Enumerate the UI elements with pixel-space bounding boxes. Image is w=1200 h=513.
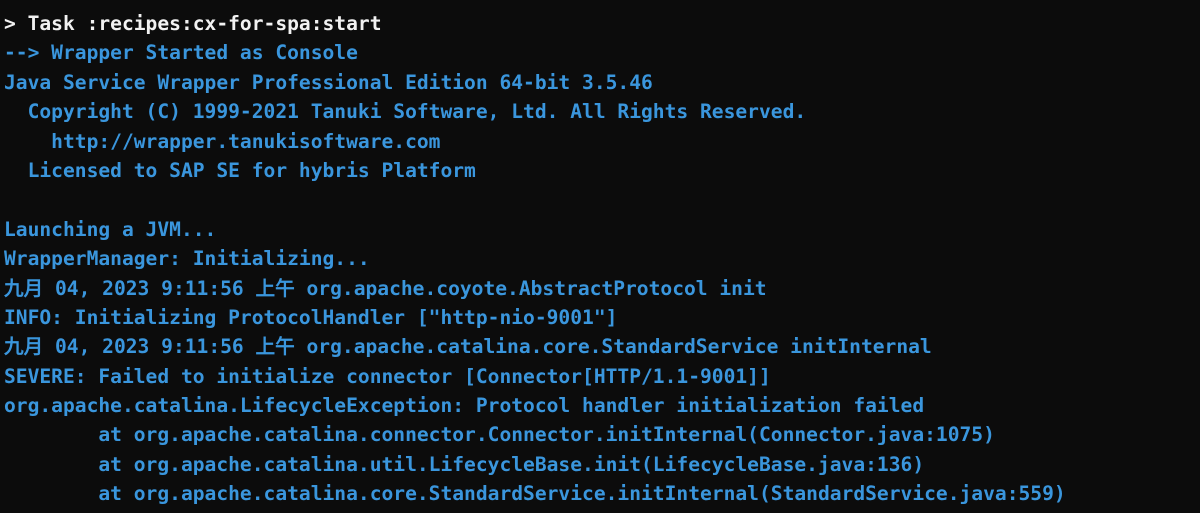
license-line: Licensed to SAP SE for hybris Platform xyxy=(4,158,476,182)
copyright-line: Copyright (C) 1999-2021 Tanuki Software,… xyxy=(4,100,807,124)
terminal-window[interactable]: > Task :recipes:cx-for-spa:start --> Wra… xyxy=(0,0,1200,513)
log-info-line: INFO: Initializing ProtocolHandler ["htt… xyxy=(4,305,618,329)
wrapper-url-line: http://wrapper.tanukisoftware.com xyxy=(4,129,441,153)
log-severe-line: SEVERE: Failed to initialize connector [… xyxy=(4,364,771,388)
stack-trace-line: at org.apache.catalina.connector.Connect… xyxy=(4,423,995,447)
stack-trace-line: at org.apache.catalina.util.LifecycleBas… xyxy=(4,452,925,476)
wrapper-edition-line: Java Service Wrapper Professional Editio… xyxy=(4,70,653,94)
exception-line: org.apache.catalina.LifecycleException: … xyxy=(4,394,925,418)
gradle-task-line: > Task :recipes:cx-for-spa:start xyxy=(4,12,382,35)
wrapper-started-line: --> Wrapper Started as Console xyxy=(4,41,358,65)
stack-trace-line: at org.apache.catalina.core.StandardServ… xyxy=(4,482,1066,506)
log-timestamp-line: 九月 04, 2023 9:11:56 上午 org.apache.coyote… xyxy=(4,276,767,300)
wrapper-manager-line: WrapperManager: Initializing... xyxy=(4,247,370,271)
log-timestamp-line: 九月 04, 2023 9:11:56 上午 org.apache.catali… xyxy=(4,335,932,359)
launching-jvm-line: Launching a JVM... xyxy=(4,217,217,241)
